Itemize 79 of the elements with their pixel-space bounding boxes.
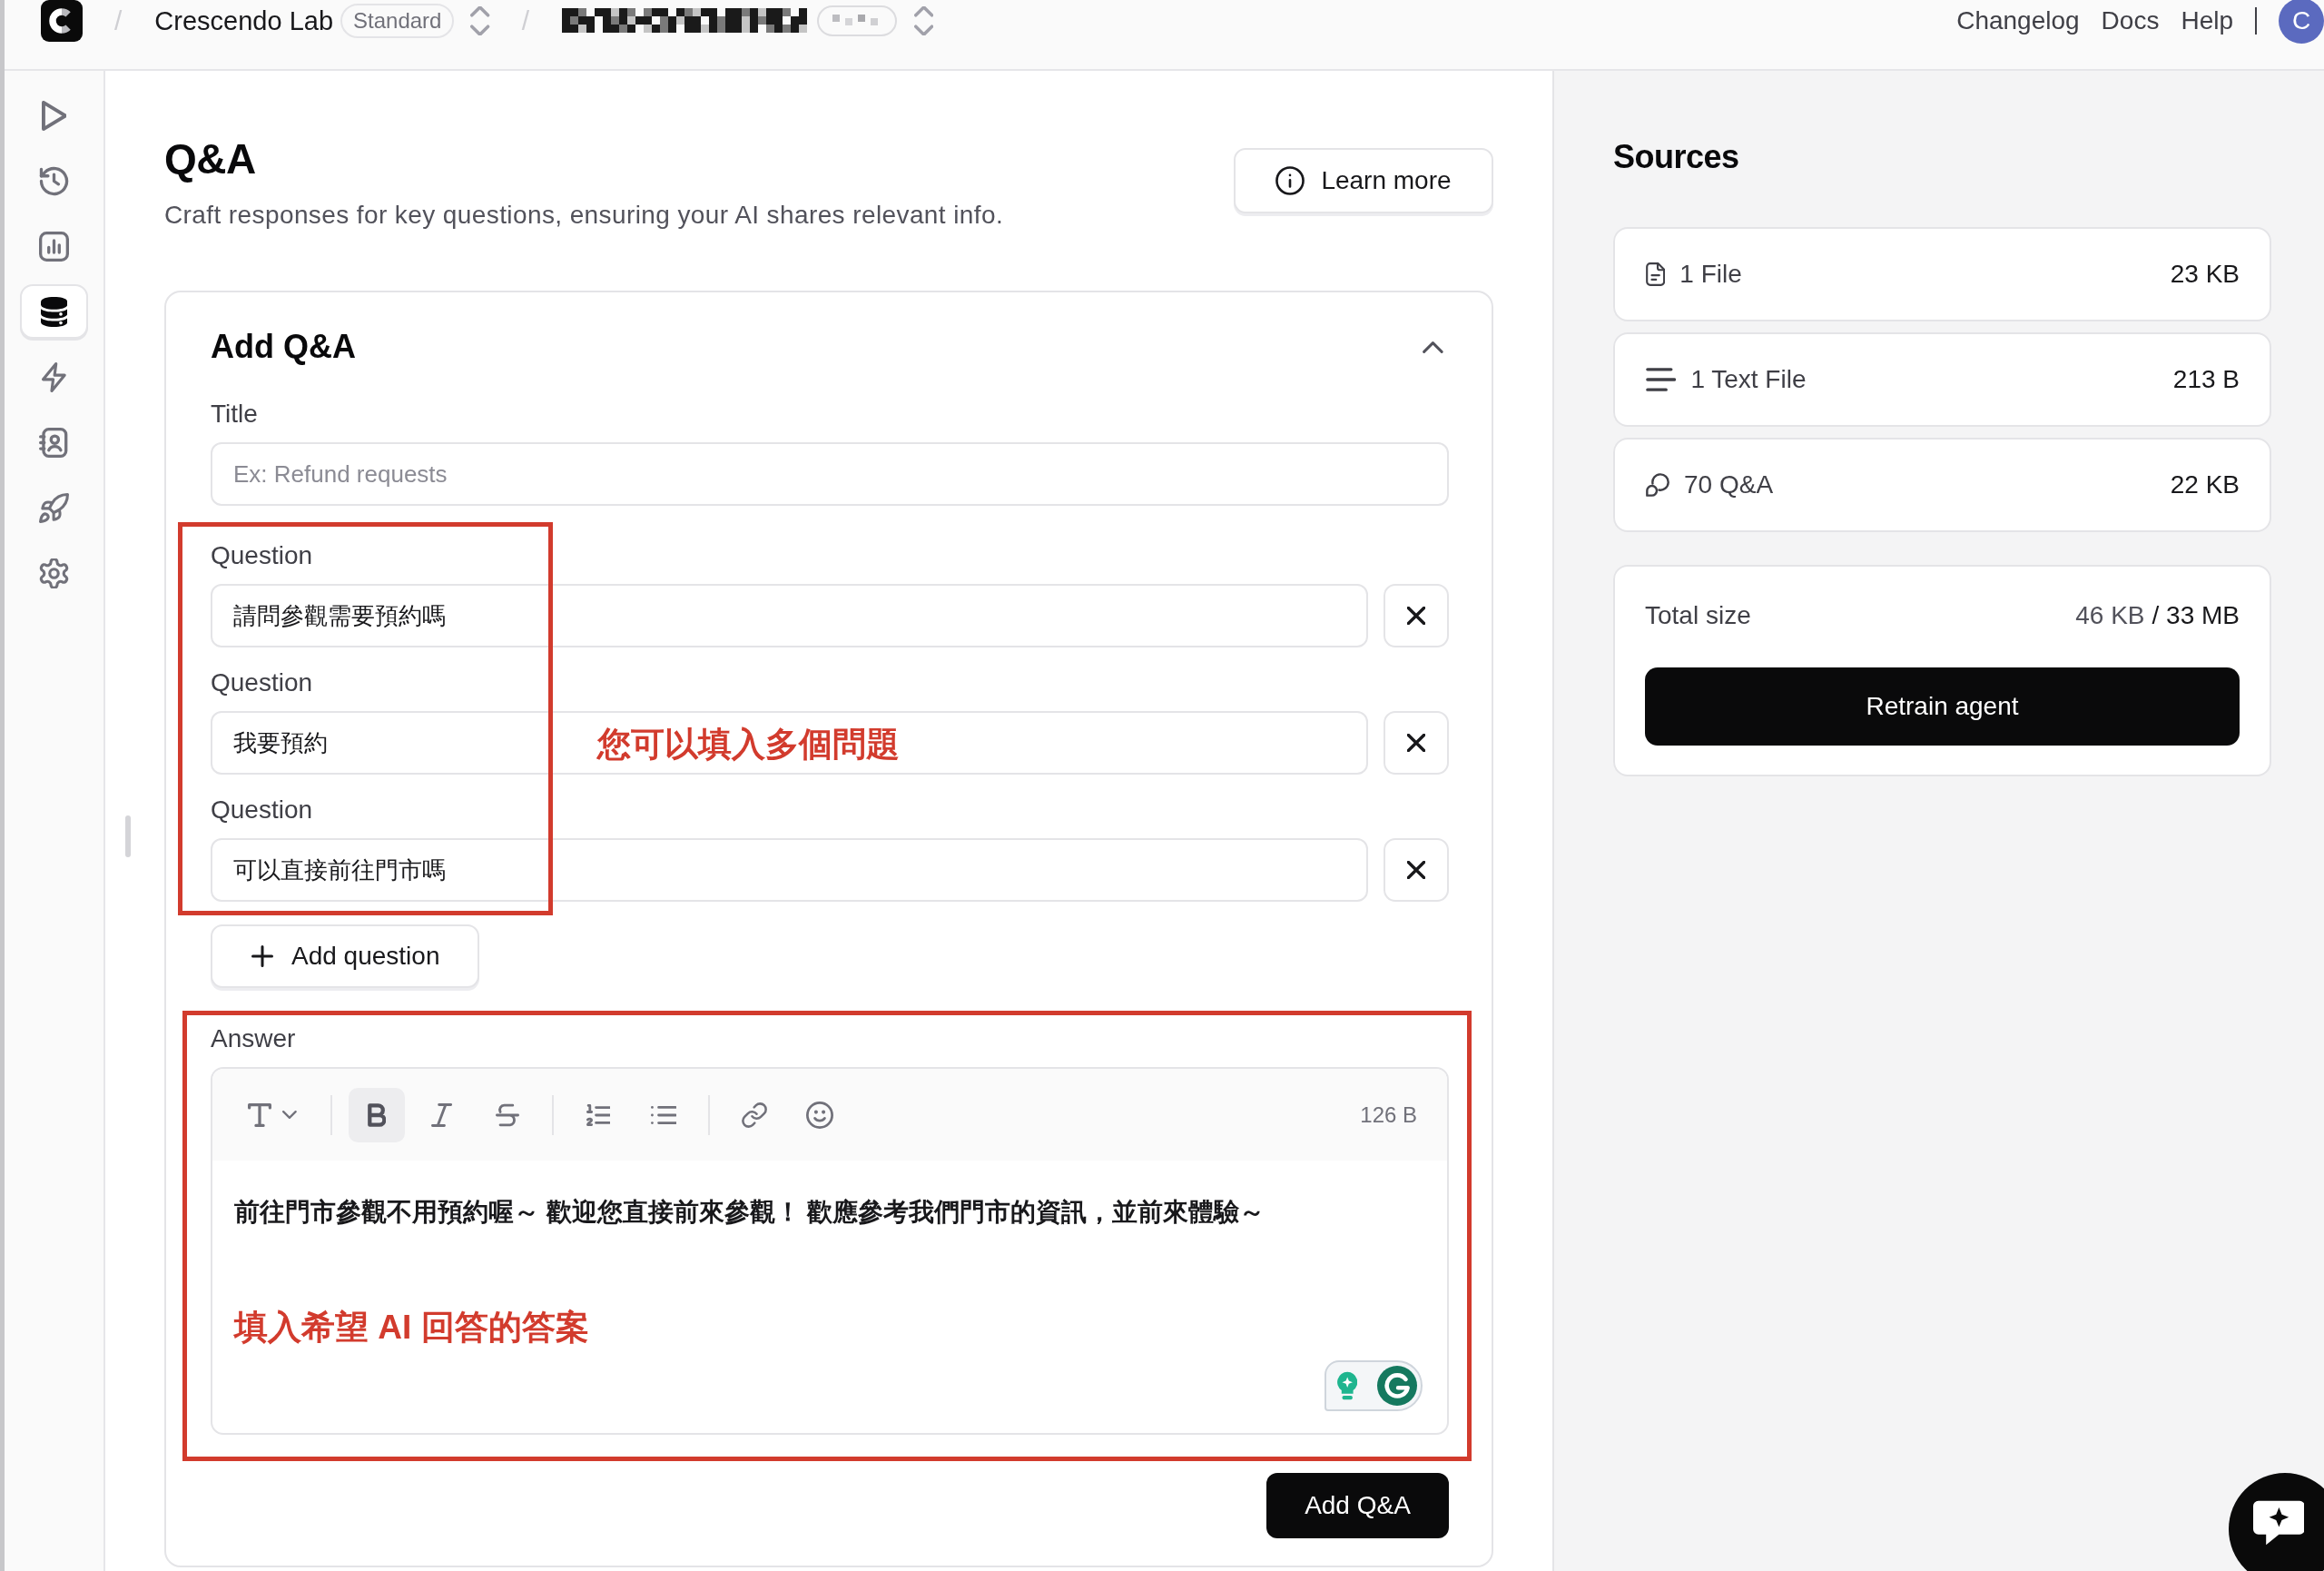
file-icon [1646,262,1666,286]
source-size: 22 KB [2170,469,2240,500]
page-title: Q&A [164,134,257,184]
annotation-text: 您可以填入多個問題 [597,725,900,765]
lightbulb-icon [1337,1371,1358,1400]
retrain-button[interactable]: Retrain agent [1645,667,2240,746]
total-size-value: 46 KB / 33 MB [2075,600,2240,631]
bold-button[interactable] [349,1087,405,1142]
lightning-icon [42,361,66,392]
nav-link[interactable]: Changelog [1956,5,2080,37]
remove-question-button[interactable] [1384,711,1449,775]
sidebar-item[interactable] [20,284,88,339]
text-lines-icon [1646,368,1677,391]
resize-handle[interactable] [125,815,131,857]
database-icon [40,296,68,327]
source-size: 23 KB [2170,259,2240,290]
page-subtitle: Craft responses for key questions, ensuring your AI shares relevant info. [164,200,1004,231]
learn-more-button[interactable]: Learn more [1234,148,1493,213]
field-label: Title [211,399,259,430]
source-label: 70 Q&A [1684,469,1774,500]
chevron-down-icon [282,1111,297,1119]
writing-assistant-widget[interactable] [1324,1360,1423,1411]
question-input[interactable]: 可以直接前往門市嗎 [211,838,1368,902]
chat-bubble-icon [2252,1498,2305,1547]
rocket-icon [39,492,69,523]
chevron-up-down-icon[interactable] [470,6,490,35]
field-label: Answer [211,1023,297,1054]
field-label: Question [211,667,314,698]
answer-text: 前往門市參觀不用預約喔～ 歡迎您直接前來參觀！ 歡應參考我們門市的資訊，並前來體驗～ [234,1197,1266,1228]
bullet-list-icon [650,1105,677,1124]
source-size: 213 B [2172,364,2240,395]
emoji-icon [806,1101,833,1129]
logo-icon[interactable] [41,0,83,42]
remove-question-button[interactable] [1384,584,1449,647]
numbered-list-icon [586,1103,611,1126]
total-size-label: Total size [1645,600,1751,631]
close-icon [1407,861,1425,879]
source-item[interactable]: 1 File 23 KB [1613,227,2271,321]
strikethrough-icon [496,1102,519,1127]
history-icon [39,165,69,196]
remove-question-button[interactable] [1384,838,1449,902]
chevron-up-down-icon[interactable] [914,6,934,35]
field-label: Question [211,540,314,571]
chevron-up-icon[interactable] [1423,341,1443,353]
chart-icon [39,231,69,262]
add-question-button[interactable]: Add question [211,924,480,988]
close-icon [1407,607,1425,625]
chat-bubbles-icon [1646,473,1669,497]
breadcrumb-separator: / [521,7,530,35]
plan-badge: Standard [340,4,455,38]
title-input[interactable]: Ex: Refund requests [211,442,1449,506]
avatar[interactable]: C [2279,0,2324,44]
italic-icon [431,1102,453,1127]
question-input[interactable]: 請問參觀需要預約嗎 [211,584,1368,647]
info-icon [1275,166,1305,195]
text-style-icon [248,1102,272,1127]
nav-link[interactable]: Docs [2101,5,2160,37]
source-label: 1 Text File [1690,364,1807,395]
close-icon [1407,734,1425,752]
circle-logo-icon [1377,1366,1417,1406]
annotation-text: 填入希望 AI 回答的答案 [234,1308,589,1348]
add-qa-button[interactable]: Add Q&A [1266,1473,1449,1538]
field-label: Question [211,795,314,825]
link-icon [742,1102,767,1128]
source-label: 1 File [1679,259,1742,290]
nav-link[interactable]: Help [2181,5,2233,37]
play-icon [41,100,67,131]
answer-editor[interactable]: 126 B 前往門市參觀不用預約喔～ 歡迎您直接前來參觀！ 歡應參考我們門市的資訊，並前來體驗～ 填入希望 AI 回答的答案 [211,1067,1449,1435]
plus-icon [251,945,273,967]
sources-title: Sources [1613,137,1740,177]
size-counter: 126 B [1360,1101,1417,1129]
contact-book-icon [39,427,69,458]
bold-icon [368,1102,386,1127]
breadcrumb-separator: / [114,7,123,35]
source-item[interactable]: 70 Q&A 22 KB [1613,438,2271,532]
settings-icon [39,558,69,588]
source-item[interactable]: 1 Text File 213 B [1613,332,2271,427]
form-heading: Add Q&A [211,327,356,367]
workspace-name[interactable]: Crescendo Lab [154,5,334,37]
